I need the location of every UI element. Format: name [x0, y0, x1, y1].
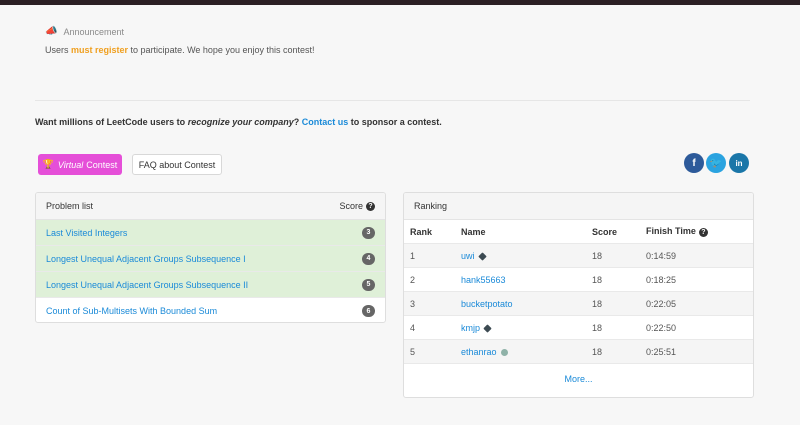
ranking-title: Ranking [414, 201, 448, 211]
announcement-heading: Announcement [63, 26, 124, 37]
rank-cell: 1 [410, 250, 416, 261]
virtual-contest-button[interactable]: 🏆 Virtual Contest [38, 154, 122, 175]
table-row: 2 hank55663 18 0:18:25 [404, 268, 753, 292]
trophy-icon: 🏆 [42, 159, 54, 169]
score-cell: 18 [592, 346, 603, 357]
twitter-icon: 🐦 [709, 157, 723, 169]
contact-us-link[interactable]: Contact us [302, 117, 349, 127]
rank-cell: 2 [410, 274, 416, 285]
problem-score-badge: 4 [362, 252, 375, 265]
region-cube-icon [477, 251, 487, 261]
table-row: 5 ethanrao 18 0:25:51 [404, 340, 753, 364]
problem-row[interactable]: Longest Unequal Adjacent Groups Subseque… [36, 272, 385, 298]
ranking-column-headers: Rank Name Score Finish Time? [404, 220, 753, 244]
help-icon[interactable]: ? [698, 227, 708, 237]
rank-column-header: Rank [410, 226, 433, 237]
score-label: Score [339, 200, 363, 211]
region-cube-icon [483, 323, 492, 333]
sponsor-message: Want millions of LeetCode users to recog… [35, 117, 442, 127]
problem-link[interactable]: Last Visited Integers [46, 228, 127, 238]
finish-time-cell: 0:22:05 [646, 298, 677, 309]
finish-time-cell: 0:22:50 [646, 322, 677, 333]
linkedin-share-button[interactable]: in [729, 153, 749, 173]
announcement: 📣 Announcement Users must register to pa… [45, 26, 315, 55]
problem-score-badge: 5 [362, 278, 375, 291]
score-column-header: Score [592, 226, 618, 237]
facebook-icon: f [692, 157, 696, 169]
faq-contest-button[interactable]: FAQ about Contest [132, 154, 222, 175]
twitter-share-button[interactable]: 🐦 [706, 153, 726, 173]
problem-row[interactable]: Count of Sub-Multisets With Bounded Sum … [36, 298, 385, 322]
problem-list-title: Problem list [46, 201, 94, 211]
user-link[interactable]: kmjp [461, 323, 480, 333]
megaphone-icon: 📣 [45, 26, 58, 37]
announcement-highlight: must register [71, 45, 129, 55]
region-dot-icon [500, 348, 508, 356]
rank-cell: 4 [410, 322, 416, 333]
score-cell: 18 [592, 298, 603, 309]
user-link[interactable]: bucketpotato [461, 299, 513, 309]
user-link[interactable]: uwi [461, 251, 475, 261]
problem-score-badge: 6 [362, 305, 375, 317]
top-bar [0, 0, 800, 5]
problem-link[interactable]: Count of Sub-Multisets With Bounded Sum [46, 306, 217, 316]
finish-time-cell: 0:18:25 [646, 274, 677, 285]
table-row: 1 uwi 18 0:14:59 [404, 244, 753, 268]
rank-cell: 5 [410, 346, 416, 357]
rank-cell: 3 [410, 298, 416, 309]
problem-list-panel: Problem list Score? Last Visited Integer… [35, 192, 386, 323]
score-cell: 18 [592, 322, 603, 333]
problem-row[interactable]: Longest Unequal Adjacent Groups Subseque… [36, 246, 385, 272]
help-icon[interactable]: ? [366, 202, 375, 212]
more-link[interactable]: More... [404, 364, 753, 394]
problem-row[interactable]: Last Visited Integers 3 [36, 220, 385, 246]
facebook-share-button[interactable]: f [684, 153, 704, 173]
score-cell: 18 [592, 274, 603, 285]
problem-list-header: Problem list Score? [36, 193, 385, 220]
user-link[interactable]: ethanrao [461, 347, 497, 357]
ranking-panel: Ranking Rank Name Score Finish Time? 1 u… [403, 192, 754, 398]
linkedin-icon: in [735, 158, 743, 168]
ranking-header: Ranking [404, 193, 753, 220]
finish-time-column-header: Finish Time [646, 226, 696, 237]
user-link[interactable]: hank55663 [461, 275, 506, 285]
problem-link[interactable]: Longest Unequal Adjacent Groups Subseque… [46, 254, 246, 264]
name-column-header: Name [461, 226, 486, 237]
problem-link[interactable]: Longest Unequal Adjacent Groups Subseque… [46, 280, 248, 290]
finish-time-cell: 0:14:59 [646, 250, 677, 261]
divider [35, 100, 750, 101]
problem-score-badge: 3 [362, 226, 375, 239]
finish-time-cell: 0:25:51 [646, 346, 677, 357]
table-row: 3 bucketpotato 18 0:22:05 [404, 292, 753, 316]
announcement-text: Users must register to participate. We h… [45, 45, 315, 55]
table-row: 4 kmjp 18 0:22:50 [404, 316, 753, 340]
score-cell: 18 [592, 250, 603, 261]
